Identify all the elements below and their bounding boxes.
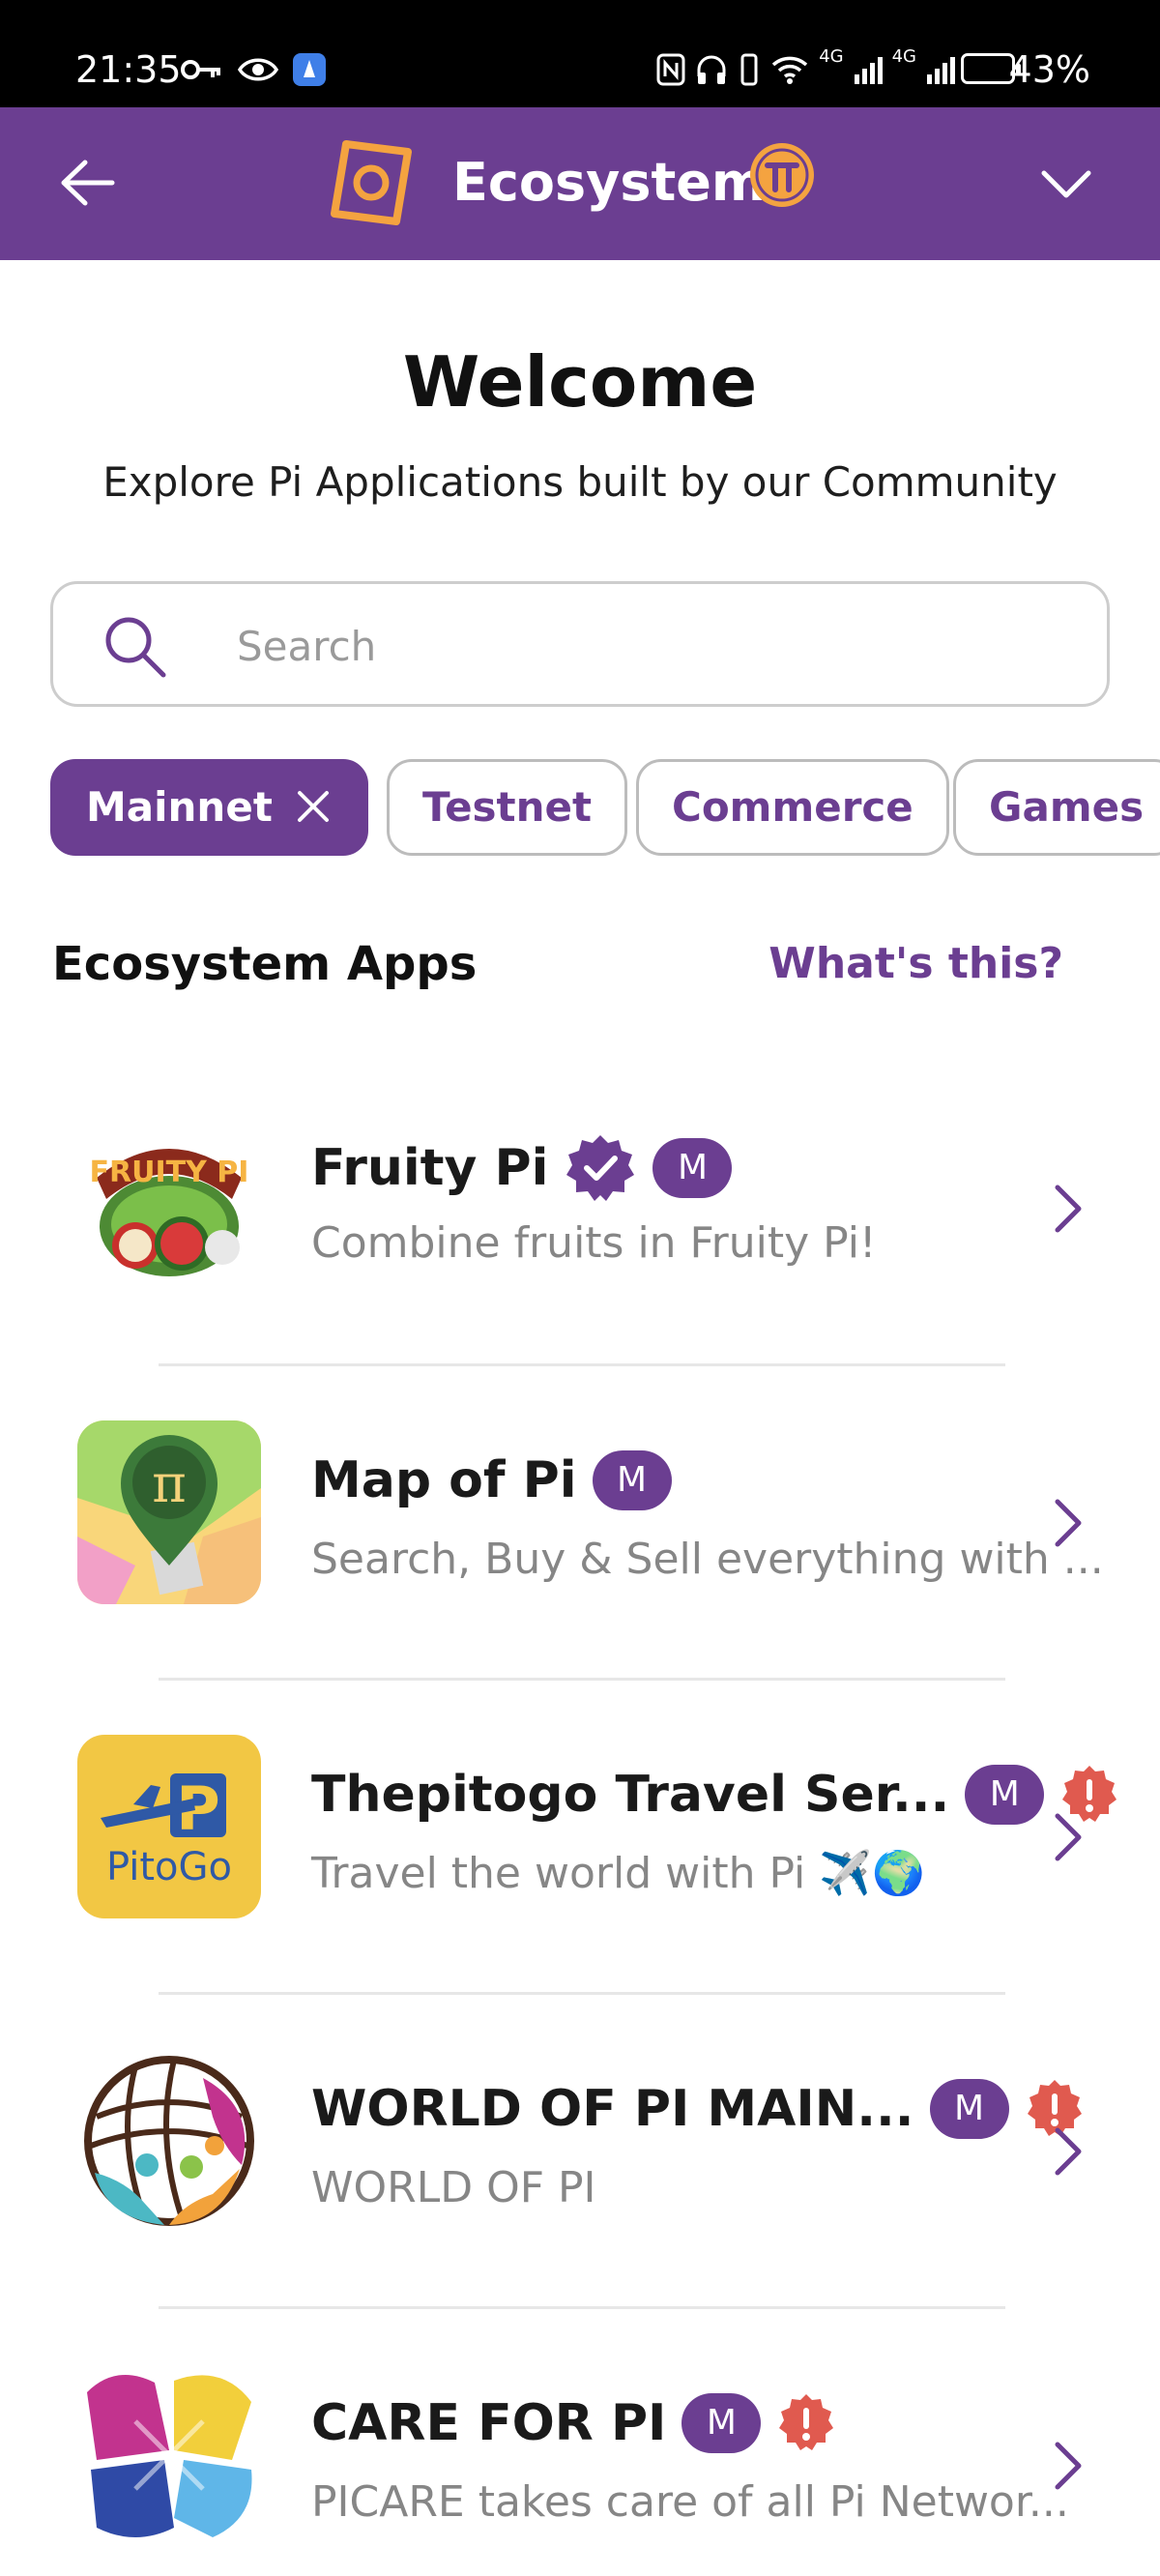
battery-percent: 43% — [1008, 48, 1090, 91]
search-icon — [105, 617, 166, 678]
arrow-left-icon[interactable] — [56, 151, 120, 215]
app-title-line: Thepitogo Travel Ser... M — [311, 1761, 1119, 1829]
key-icon — [181, 60, 220, 79]
app-title-line: Fruity Pi M — [311, 1131, 733, 1205]
nfc-icon — [656, 53, 685, 86]
filter-chip-label: Mainnet — [86, 783, 273, 831]
status-bar: 21:35 4G 4G 43% — [0, 0, 1160, 107]
list-item-care-for-pi[interactable]: CARE FOR PI M PICARE takes care of all P… — [0, 2309, 1160, 2576]
chevron-right-icon[interactable] — [1046, 1178, 1090, 1240]
app-title-line: WORLD OF PI MAIN... M — [311, 2075, 1085, 2143]
app-name: Thepitogo Travel Ser... — [311, 1766, 950, 1824]
welcome-subtitle: Explore Pi Applications built by our Com… — [102, 458, 1058, 506]
app-notification-icon — [293, 53, 326, 86]
page-title: Ecosystem — [452, 152, 767, 213]
chevron-down-icon[interactable] — [1034, 152, 1098, 216]
fruity-pi-logo-text: FRUITY PI — [90, 1156, 249, 1189]
app-description: WORLD OF PI — [311, 2163, 596, 2212]
battery-icon — [961, 53, 1021, 84]
list-item-world-of-pi[interactable]: WORLD OF PI MAIN... M WORLD OF PI — [0, 1995, 1160, 2308]
pitogo-logo-text: PitoGo — [106, 1845, 232, 1889]
app-description: Search, Buy & Sell everything with ... — [311, 1535, 1104, 1584]
list-item-map-of-pi[interactable]: π Map of Pi M Search, Buy & Sell everyth… — [0, 1366, 1160, 1680]
app-name: CARE FOR PI — [311, 2394, 667, 2452]
network-type-label: 4G — [891, 46, 916, 67]
ecosystem-logo-icon — [331, 140, 412, 225]
filter-chip-commerce[interactable]: Commerce — [636, 759, 949, 856]
app-title-line: CARE FOR PI M — [311, 2389, 836, 2457]
app-name: Fruity Pi — [311, 1139, 549, 1197]
app-thumbnail-map-of-pi: π — [77, 1420, 261, 1604]
app-thumbnail-world-of-pi — [77, 2049, 261, 2233]
status-time: 21:35 — [75, 48, 182, 91]
mainnet-badge: M — [682, 2393, 762, 2453]
filter-chip-testnet[interactable]: Testnet — [387, 759, 628, 856]
search-input[interactable] — [237, 611, 1058, 681]
network-type-label: 4G — [819, 46, 844, 67]
list-item-fruity-pi[interactable]: FRUITY PI Fruity Pi M Combine fruits in … — [0, 1052, 1160, 1365]
chevron-right-icon[interactable] — [1046, 1492, 1090, 1554]
app-description: Travel the world with Pi ✈️🌍 — [311, 1849, 925, 1898]
app-thumbnail-fruity-pi: FRUITY PI — [77, 1110, 261, 1294]
app-header: Ecosystem — [0, 107, 1160, 260]
signal-icon — [854, 57, 883, 84]
app-thumbnail-care-for-pi — [77, 2363, 261, 2547]
status-right-icons: 4G 4G — [656, 48, 955, 91]
filter-chip-games[interactable]: Games — [953, 759, 1160, 856]
chevron-right-icon[interactable] — [1046, 2435, 1090, 2497]
filter-chip-label: Games — [989, 783, 1145, 831]
chevron-right-icon[interactable] — [1046, 1806, 1090, 1868]
mainnet-badge: M — [652, 1138, 733, 1198]
pi-coin-icon — [750, 143, 814, 207]
wifi-icon — [771, 56, 808, 84]
mainnet-badge: M — [929, 2079, 1009, 2139]
status-left-icons — [180, 48, 327, 91]
app-description: PICARE takes care of all Pi Networ... — [311, 2477, 1069, 2527]
welcome-title: Welcome — [402, 341, 758, 423]
app-name: Map of Pi — [311, 1451, 577, 1509]
app-name: WORLD OF PI MAIN... — [311, 2080, 914, 2138]
close-icon[interactable] — [294, 787, 333, 826]
vibrate-icon — [740, 53, 758, 86]
verified-badge-icon — [566, 1135, 635, 1201]
search-box[interactable] — [50, 581, 1110, 707]
mainnet-badge: M — [592, 1450, 672, 1510]
app-description: Combine fruits in Fruity Pi! — [311, 1218, 877, 1268]
app-title-line: Map of Pi M — [311, 1447, 672, 1514]
whats-this-link[interactable]: What's this? — [768, 933, 1063, 995]
filter-chip-label: Commerce — [672, 783, 914, 831]
warning-icon — [779, 2394, 834, 2450]
section-title: Ecosystem Apps — [52, 937, 478, 991]
app-thumbnail-thepitogo: P PitoGo — [77, 1735, 261, 1918]
chevron-right-icon[interactable] — [1046, 2121, 1090, 2182]
filter-chip-mainnet[interactable]: Mainnet — [50, 759, 368, 856]
headphones-icon — [697, 55, 726, 84]
signal-icon — [927, 57, 955, 84]
map-of-pi-logo-text: π — [152, 1453, 187, 1514]
mainnet-badge: M — [965, 1765, 1045, 1825]
eye-icon — [238, 58, 278, 81]
list-item-thepitogo[interactable]: P PitoGo Thepitogo Travel Ser... M Trave… — [0, 1681, 1160, 1994]
filter-chip-label: Testnet — [422, 783, 593, 831]
